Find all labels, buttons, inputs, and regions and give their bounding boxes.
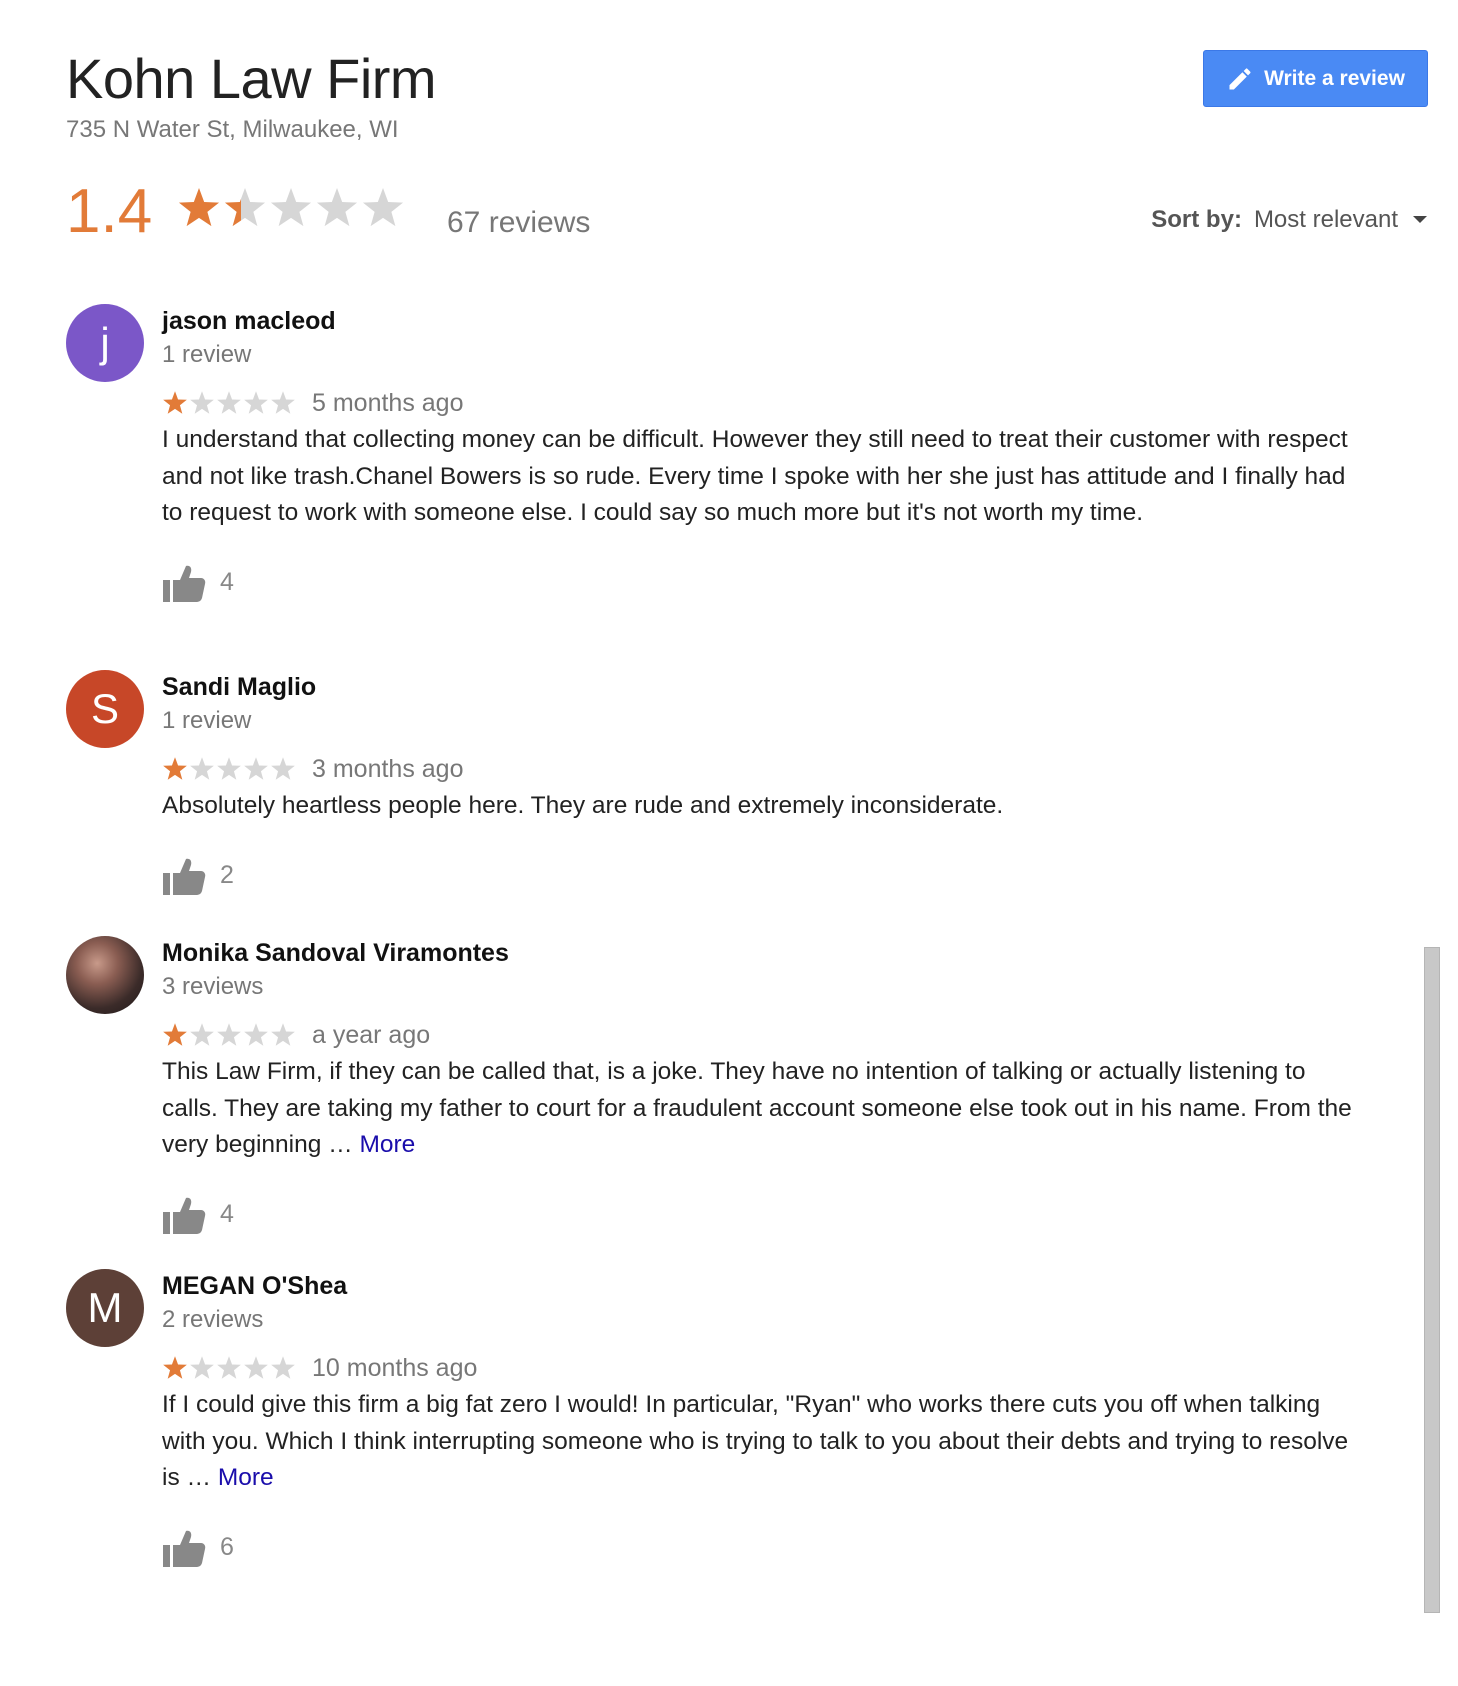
star-icon (244, 757, 268, 780)
review-date: 5 months ago (312, 388, 464, 417)
write-review-label: Write a review (1264, 66, 1405, 90)
total-review-count[interactable]: 67 reviews (447, 206, 590, 240)
business-name: Kohn Law Firm (66, 47, 437, 110)
review-meta: 3 months ago (162, 752, 1362, 786)
avatar[interactable]: j (66, 304, 144, 382)
more-link[interactable]: More (218, 1464, 274, 1491)
star-icon (178, 188, 220, 227)
review-text: Absolutely heartless people here. They a… (162, 788, 1362, 825)
write-review-button[interactable]: Write a review (1203, 50, 1428, 107)
star-icon (217, 1356, 241, 1379)
pencil-icon (1229, 67, 1251, 89)
star-icon (163, 391, 187, 414)
like-count: 6 (220, 1533, 234, 1561)
star-icon (362, 188, 404, 227)
like-section: 4 (162, 558, 1362, 608)
review-stars (162, 1355, 296, 1381)
more-link[interactable]: More (359, 1131, 415, 1158)
star-icon (190, 391, 214, 414)
review-text: If I could give this firm a big fat zero… (162, 1387, 1362, 1497)
review-stars (162, 390, 296, 416)
reviewer-name[interactable]: Sandi Maglio (162, 670, 1362, 704)
avatar[interactable]: S (66, 670, 144, 748)
star-icon (244, 391, 268, 414)
review-stars (162, 756, 296, 782)
star-icon (271, 1023, 295, 1046)
star-icon (163, 1356, 187, 1379)
review-meta: a year ago (162, 1018, 1362, 1052)
average-rating-stars (177, 186, 405, 230)
reviewer-name[interactable]: Monika Sandoval Viramontes (162, 936, 1362, 970)
like-count: 4 (220, 1200, 234, 1228)
star-icon (190, 1023, 214, 1046)
thumbs-up-icon[interactable] (162, 856, 206, 896)
reviewer-review-count[interactable]: 3 reviews (162, 970, 1362, 1004)
star-icon (270, 188, 312, 227)
review-text: I understand that collecting money can b… (162, 422, 1362, 532)
like-count: 2 (220, 861, 234, 889)
star-icon (190, 757, 214, 780)
star-icon (163, 757, 187, 780)
review-body: Monika Sandoval Viramontes 3 reviews a yea… (162, 936, 1362, 1240)
review-text-content: This Law Firm, if they can be called tha… (162, 1058, 1352, 1158)
dropdown-arrow-icon (1413, 216, 1427, 223)
star-icon (190, 1356, 214, 1379)
star-icon (271, 1356, 295, 1379)
star-icon (271, 757, 295, 780)
reviewer-name[interactable]: jason macleod (162, 304, 1362, 338)
avatar-initial: M (87, 1284, 123, 1331)
avatar-initial: j (100, 319, 110, 366)
star-icon (217, 1023, 241, 1046)
star-icon (217, 757, 241, 780)
sort-dropdown[interactable]: Sort by: Most relevant (1151, 206, 1428, 234)
review-body: MEGAN O'Shea 2 reviews 10 months ago If I c… (162, 1269, 1362, 1573)
star-icon (217, 391, 241, 414)
reviewer-name[interactable]: MEGAN O'Shea (162, 1269, 1362, 1303)
review-text-content: If I could give this firm a big fat zero… (162, 1391, 1349, 1491)
like-section: 4 (162, 1190, 1362, 1240)
review-meta: 5 months ago (162, 386, 1362, 420)
review-body: jason macleod 1 review 5 months ago I under… (162, 304, 1362, 608)
star-icon (244, 1023, 268, 1046)
review-date: 3 months ago (312, 754, 464, 783)
business-address: 735 N Water St, Milwaukee, WI (66, 116, 399, 143)
sort-label: Sort by: (1151, 206, 1242, 233)
review-meta: 10 months ago (162, 1351, 1362, 1385)
avatar[interactable] (66, 936, 144, 1014)
review-date: a year ago (312, 1020, 431, 1049)
star-icon (163, 1023, 187, 1046)
star-icon (224, 188, 266, 227)
review-text-content: Absolutely heartless people here. They a… (162, 792, 1004, 819)
thumbs-up-icon[interactable] (162, 1528, 206, 1568)
avatar[interactable]: M (66, 1269, 144, 1347)
reviewer-review-count[interactable]: 1 review (162, 704, 1362, 738)
reviewer-review-count[interactable]: 1 review (162, 338, 1362, 372)
review-body: Sandi Maglio 1 review 3 months ago Absolute… (162, 670, 1362, 901)
thumbs-up-icon[interactable] (162, 563, 206, 603)
star-icon (244, 1356, 268, 1379)
reviewer-review-count[interactable]: 2 reviews (162, 1303, 1362, 1337)
star-icon (271, 391, 295, 414)
like-section: 6 (162, 1523, 1362, 1573)
avatar-initial: S (90, 685, 119, 732)
thumbs-up-icon[interactable] (162, 1195, 206, 1235)
review-text: This Law Firm, if they can be called tha… (162, 1054, 1362, 1164)
review-text-content: I understand that collecting money can b… (162, 426, 1348, 526)
scrollbar[interactable] (1424, 947, 1440, 1613)
star-icon (316, 188, 358, 227)
sort-value: Most relevant (1253, 206, 1398, 233)
average-rating: 1.4 (66, 177, 153, 246)
like-count: 4 (220, 568, 234, 596)
review-stars (162, 1022, 296, 1048)
review-date: 10 months ago (312, 1353, 478, 1382)
like-section: 2 (162, 851, 1362, 901)
